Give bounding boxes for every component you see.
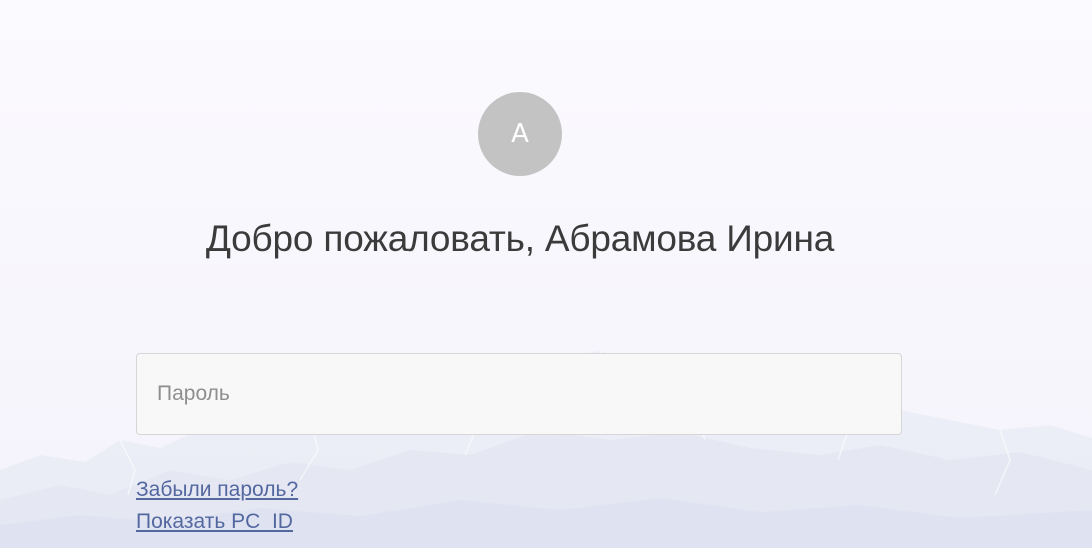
forgot-password-link[interactable]: Забыли пароль? bbox=[136, 478, 298, 502]
password-input[interactable] bbox=[136, 353, 902, 435]
mountain-background bbox=[0, 0, 1092, 548]
user-avatar: A bbox=[478, 92, 562, 176]
welcome-heading: Добро пожаловать, Абрамова Ирина bbox=[205, 218, 835, 259]
avatar-initial: A bbox=[511, 119, 529, 149]
show-pcid-link[interactable]: Показать PC_ID bbox=[136, 510, 293, 534]
